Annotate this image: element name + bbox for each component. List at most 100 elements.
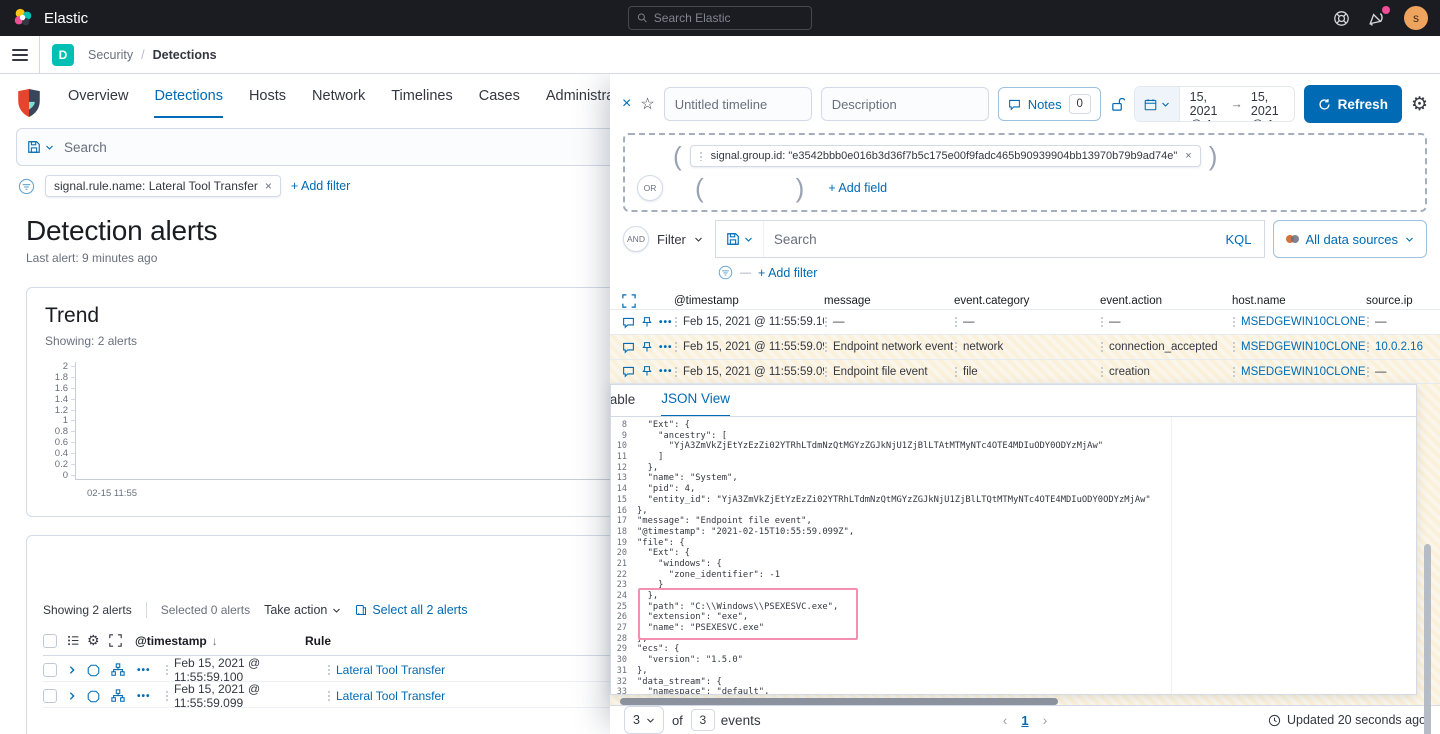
- prev-page-icon[interactable]: ‹: [1003, 712, 1008, 728]
- event-category-cell[interactable]: —: [954, 316, 1100, 328]
- global-search-input[interactable]: [654, 11, 803, 25]
- drag-handle[interactable]: [165, 690, 169, 702]
- user-avatar[interactable]: s: [1404, 6, 1428, 30]
- kql-language-button[interactable]: KQL: [1213, 232, 1263, 247]
- events-column-header[interactable]: event.action: [1100, 295, 1232, 307]
- drag-handle[interactable]: [824, 366, 828, 378]
- drag-handle[interactable]: [824, 316, 828, 328]
- drag-handle[interactable]: [954, 316, 958, 328]
- security-tab[interactable]: Detections: [154, 88, 223, 118]
- add-field-link[interactable]: + Add field: [828, 181, 887, 195]
- drag-handle[interactable]: [1366, 316, 1370, 328]
- pin-event-icon[interactable]: [641, 341, 653, 354]
- more-actions-icon[interactable]: •••: [137, 665, 165, 676]
- select-all-button[interactable]: Select all 2 alerts: [355, 603, 467, 617]
- expand-row-chevron-icon[interactable]: [67, 691, 87, 701]
- more-actions-icon[interactable]: •••: [659, 342, 673, 353]
- drag-handle[interactable]: [1100, 366, 1104, 378]
- bulk-actions-icon[interactable]: [67, 634, 87, 647]
- filter-mode-label[interactable]: Filter: [657, 232, 686, 247]
- timeline-settings-gear-icon[interactable]: ⚙: [1411, 93, 1428, 116]
- timeline-add-filter-link[interactable]: + Add filter: [758, 266, 817, 280]
- more-actions-icon[interactable]: •••: [137, 691, 165, 702]
- events-column-header[interactable]: host.name: [1232, 295, 1366, 307]
- event-source-ip-cell[interactable]: —: [1366, 316, 1440, 328]
- remove-query-icon[interactable]: ×: [1185, 150, 1191, 162]
- event-host-cell[interactable]: MSEDGEWIN10CLONE: [1232, 341, 1366, 353]
- drag-handle[interactable]: [1100, 316, 1104, 328]
- drag-handle[interactable]: [674, 316, 678, 328]
- event-timestamp-cell[interactable]: Feb 15, 2021 @ 11:55:59.100: [674, 316, 824, 328]
- event-action-cell[interactable]: —: [1100, 316, 1232, 328]
- add-note-icon[interactable]: [622, 341, 635, 354]
- event-source-ip-cell[interactable]: 10.0.2.16: [1366, 341, 1440, 353]
- drag-handle[interactable]: [327, 664, 331, 676]
- alert-timestamp-cell[interactable]: Feb 15, 2021 @ 11:55:59.100: [165, 656, 327, 684]
- vertical-scrollbar[interactable]: [1424, 544, 1431, 734]
- tab-json-view[interactable]: JSON View: [661, 391, 730, 417]
- process-tree-icon[interactable]: [111, 689, 137, 703]
- more-actions-icon[interactable]: •••: [659, 317, 673, 328]
- grid-settings-gear-icon[interactable]: ⚙: [87, 632, 109, 649]
- filter-set-icon[interactable]: [718, 265, 733, 280]
- notes-button[interactable]: Notes 0: [998, 87, 1101, 121]
- event-action-cell[interactable]: connection_accepted: [1100, 341, 1232, 353]
- process-tree-icon[interactable]: [111, 663, 137, 677]
- favorite-star-icon[interactable]: ☆: [640, 94, 654, 114]
- event-message-cell[interactable]: —: [824, 316, 954, 328]
- select-all-checkbox[interactable]: [43, 634, 57, 648]
- event-source-ip-cell[interactable]: —: [1366, 366, 1440, 378]
- event-category-cell[interactable]: file: [954, 366, 1100, 378]
- drag-handle[interactable]: [674, 366, 678, 378]
- fullscreen-icon[interactable]: [109, 634, 135, 647]
- data-sources-button[interactable]: All data sources: [1273, 220, 1428, 258]
- event-action-cell[interactable]: creation: [1100, 366, 1232, 378]
- unlock-icon[interactable]: [1110, 97, 1125, 112]
- remove-filter-icon[interactable]: ×: [265, 179, 272, 193]
- date-range-end[interactable]: Feb 15, 2021 @ 1: [1251, 86, 1284, 122]
- drag-handle[interactable]: [1366, 341, 1370, 353]
- expand-row-chevron-icon[interactable]: [67, 665, 87, 675]
- newsfeed-icon[interactable]: [1368, 9, 1386, 27]
- pin-event-icon[interactable]: [641, 316, 653, 329]
- event-message-cell[interactable]: Endpoint file event: [824, 366, 954, 378]
- event-host-cell[interactable]: MSEDGEWIN10CLONE: [1232, 366, 1366, 378]
- take-action-button[interactable]: Take action: [264, 603, 341, 617]
- events-column-header[interactable]: source.ip: [1366, 295, 1440, 307]
- security-tab[interactable]: Timelines: [391, 88, 453, 118]
- security-tab[interactable]: Cases: [479, 88, 520, 118]
- drag-handle[interactable]: [824, 341, 828, 353]
- drag-handle[interactable]: [1232, 316, 1236, 328]
- next-page-icon[interactable]: ›: [1043, 712, 1048, 728]
- help-icon[interactable]: [1333, 10, 1350, 27]
- saved-query-menu[interactable]: [716, 221, 764, 257]
- drag-handle[interactable]: [1232, 341, 1236, 353]
- calendar-menu-button[interactable]: [1135, 87, 1180, 121]
- drag-handle[interactable]: [1100, 341, 1104, 353]
- filter-pill-rule-name[interactable]: signal.rule.name: Lateral Tool Transfer …: [45, 175, 281, 197]
- saved-query-menu[interactable]: [17, 140, 64, 154]
- security-tab[interactable]: Overview: [68, 88, 128, 118]
- event-category-cell[interactable]: network: [954, 341, 1100, 353]
- timeline-query-builder[interactable]: ( signal.group.id: "e3542bbb0e016b3d36f7…: [623, 133, 1427, 212]
- page-size-select[interactable]: 3: [624, 706, 664, 734]
- add-note-icon[interactable]: [622, 365, 635, 378]
- events-column-header[interactable]: message: [824, 295, 954, 307]
- column-header-timestamp[interactable]: @timestamp↓: [135, 634, 305, 648]
- drag-handle[interactable]: [674, 341, 678, 353]
- event-message-cell[interactable]: Endpoint network event: [824, 341, 954, 353]
- horizontal-scrollbar[interactable]: [612, 698, 1394, 705]
- analyze-event-icon[interactable]: [87, 664, 111, 677]
- timeline-description-input[interactable]: [821, 87, 989, 121]
- add-note-icon[interactable]: [622, 316, 635, 329]
- elastic-brand[interactable]: Elastic: [12, 7, 88, 29]
- row-checkbox[interactable]: [43, 689, 57, 703]
- security-tab[interactable]: Network: [312, 88, 365, 118]
- row-checkbox[interactable]: [43, 663, 57, 677]
- alert-timestamp-cell[interactable]: Feb 15, 2021 @ 11:55:59.099: [165, 682, 327, 710]
- close-timeline-icon[interactable]: ×: [622, 95, 631, 113]
- events-fullscreen-icon[interactable]: [610, 294, 674, 308]
- breadcrumb-security[interactable]: Security: [88, 48, 133, 62]
- drag-handle[interactable]: [1366, 366, 1370, 378]
- pin-event-icon[interactable]: [641, 365, 653, 378]
